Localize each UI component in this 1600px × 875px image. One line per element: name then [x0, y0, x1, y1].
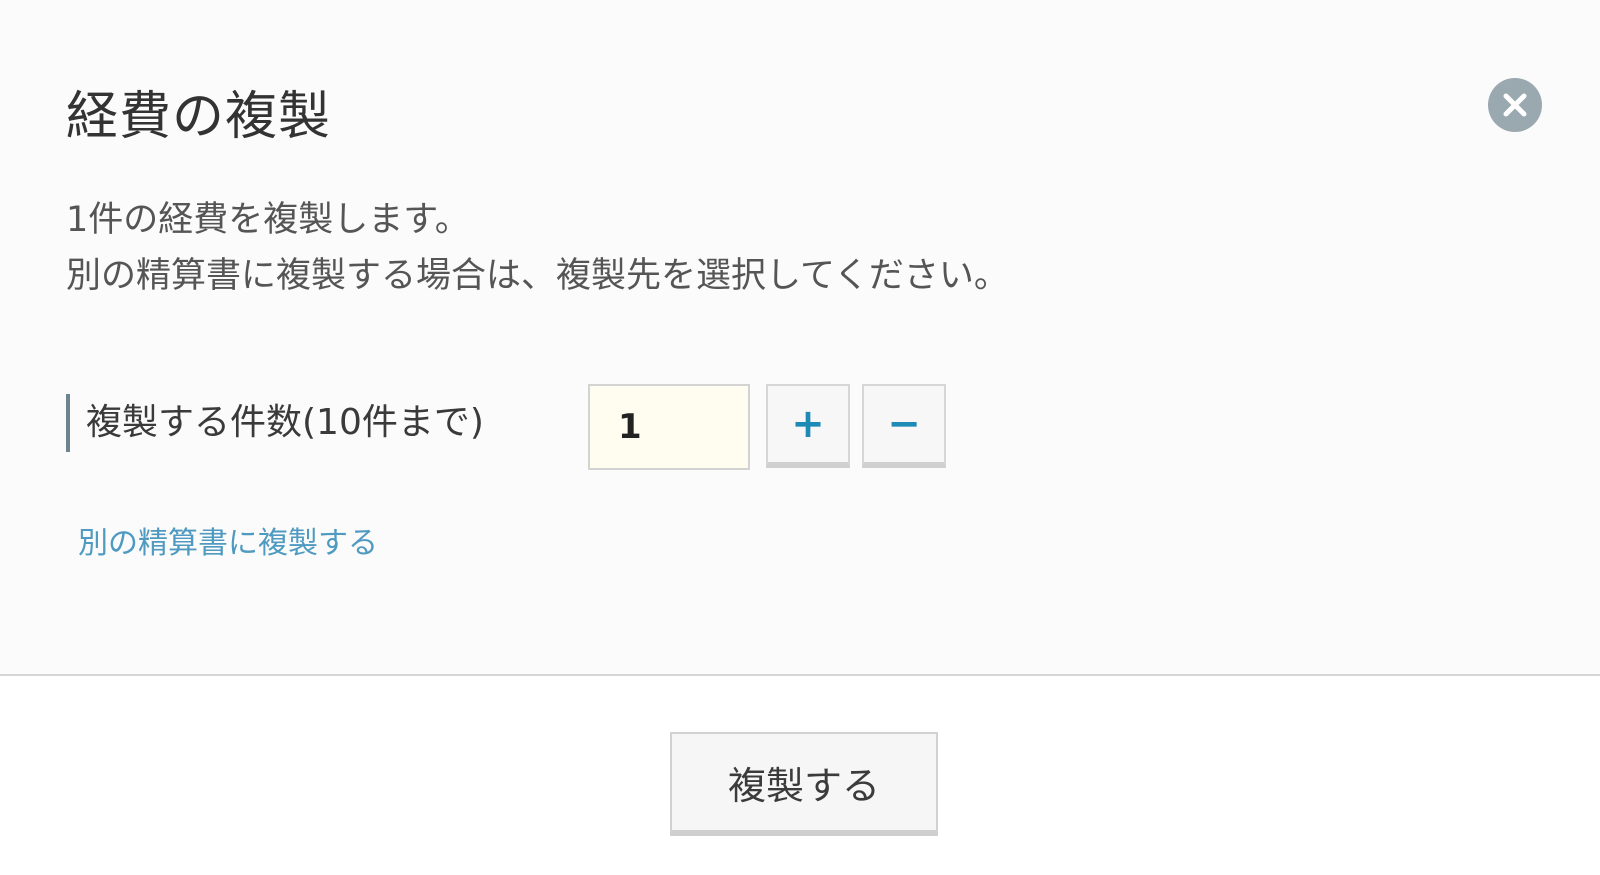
close-button[interactable]: [1488, 78, 1542, 132]
increment-button[interactable]: +: [766, 384, 850, 468]
dialog-body: 経費の複製 1件の経費を複製します。 別の精算書に複製する場合は、複製先を選択し…: [0, 0, 1600, 676]
copy-count-input[interactable]: [588, 384, 750, 470]
dialog-description: 1件の経費を複製します。 別の精算書に複製する場合は、複製先を選択してください。: [66, 192, 1009, 304]
duplicate-expense-dialog: 経費の複製 1件の経費を複製します。 別の精算書に複製する場合は、複製先を選択し…: [0, 0, 1600, 875]
close-icon: [1503, 93, 1527, 117]
description-line-1: 1件の経費を複製します。: [66, 200, 470, 240]
copy-count-label: 複製する件数(10件まで): [66, 394, 484, 452]
dialog-title: 経費の複製: [66, 87, 332, 147]
dialog-footer: 複製する: [0, 676, 1600, 875]
copy-to-other-report-link[interactable]: 別の精算書に複製する: [78, 522, 378, 566]
description-line-2: 別の精算書に複製する場合は、複製先を選択してください。: [66, 256, 1009, 296]
decrement-button[interactable]: −: [862, 384, 946, 468]
duplicate-submit-button[interactable]: 複製する: [670, 732, 938, 836]
copy-count-row: 複製する件数(10件まで) + −: [66, 384, 966, 474]
